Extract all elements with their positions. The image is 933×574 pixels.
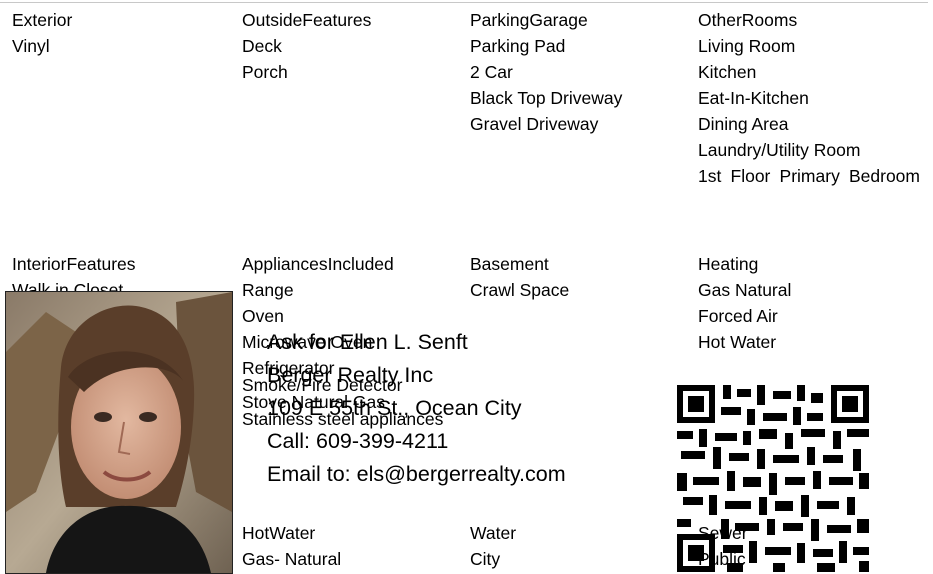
outside-features-item: Deck: [242, 36, 282, 56]
agent-address: 109 E 55th St., Ocean City: [267, 396, 522, 420]
agent-photo: [5, 291, 233, 574]
basement-title: Basement: [470, 254, 549, 274]
sewer-section: Sewer Public: [698, 520, 748, 572]
other-rooms-item: Dining Area: [698, 114, 789, 134]
water-item: City: [470, 549, 501, 569]
interior-features-title: InteriorFeatures: [12, 254, 136, 274]
parking-garage-item: Gravel Driveway: [470, 114, 599, 134]
sewer-item: Public: [698, 549, 746, 569]
other-rooms-item-wrapped: 1st Floor Primary Bedroom: [698, 166, 920, 186]
exterior-section: Exterior Vinyl: [12, 7, 72, 59]
heating-item: Gas Natural: [698, 280, 792, 300]
basement-item: Crawl Space: [470, 280, 570, 300]
heating-section: Heating Gas Natural Forced Air Hot Water: [698, 251, 791, 355]
hot-water-item: Gas- Natural: [242, 549, 342, 569]
parking-garage-section: ParkingGarage Parking Pad 2 Car Black To…: [470, 7, 622, 137]
other-rooms-item: Laundry/Utility Room: [698, 140, 861, 160]
exterior-item: Vinyl: [12, 36, 50, 56]
sewer-title: Sewer: [698, 523, 748, 543]
outside-features-section: OutsideFeatures Deck Porch: [242, 7, 371, 85]
agent-photo-image: [6, 292, 232, 573]
basement-section: Basement Crawl Space: [470, 251, 569, 303]
outside-features-title: OutsideFeatures: [242, 10, 372, 30]
hot-water-title: HotWater: [242, 523, 316, 543]
parking-garage-item: Parking Pad: [470, 36, 566, 56]
parking-garage-title: ParkingGarage: [470, 10, 588, 30]
heating-title: Heating: [698, 254, 759, 274]
water-title: Water: [470, 523, 517, 543]
agent-company: Berger Realty Inc: [267, 363, 434, 387]
parking-garage-item: Black Top Driveway: [470, 88, 623, 108]
appliances-item: Range: [242, 280, 294, 300]
water-section: Water City: [470, 520, 516, 572]
outside-features-item: Porch: [242, 62, 288, 82]
hot-water-section: HotWater Gas- Natural: [242, 520, 341, 572]
agent-name: Ask for Ellen L. Senft: [267, 330, 468, 354]
other-rooms-title: OtherRooms: [698, 10, 798, 30]
agent-email[interactable]: Email to: els@bergerrealty.com: [267, 458, 566, 491]
agent-phone: Call: 609-399-4211: [267, 429, 449, 453]
other-rooms-item: Living Room: [698, 36, 796, 56]
heating-item: Forced Air: [698, 306, 778, 326]
other-rooms-item: Eat-In-Kitchen: [698, 88, 809, 108]
exterior-title: Exterior: [12, 10, 73, 30]
parking-garage-item: 2 Car: [470, 62, 513, 82]
heating-item: Hot Water: [698, 332, 777, 352]
other-rooms-item: Kitchen: [698, 62, 757, 82]
top-divider: [0, 2, 928, 3]
other-rooms-section: OtherRooms Living Room Kitchen Eat-In-Ki…: [698, 7, 920, 189]
appliances-title: AppliancesIncluded: [242, 254, 394, 274]
